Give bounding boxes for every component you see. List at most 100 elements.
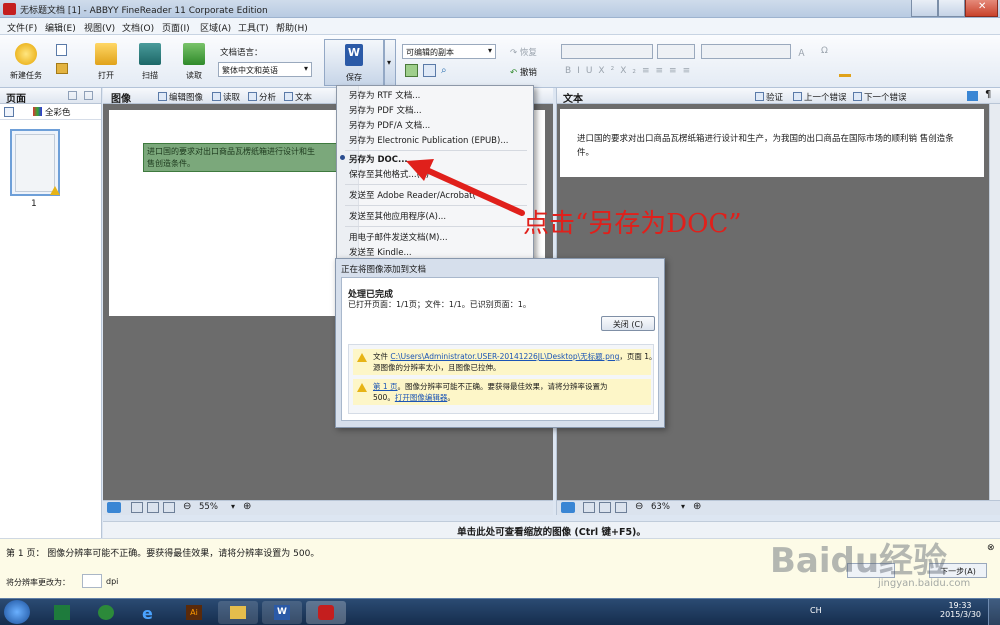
view-mode-icon[interactable] xyxy=(967,91,978,101)
copy-icon[interactable] xyxy=(56,44,67,56)
symbol-icon[interactable]: Ω xyxy=(821,46,828,56)
undo-button[interactable]: ↶ 撤销 xyxy=(510,66,537,78)
media-center-icon xyxy=(98,605,114,620)
highlight-pen-icon[interactable] xyxy=(839,66,851,77)
taskbar-finereader[interactable] xyxy=(306,601,346,624)
view-layout-icon[interactable] xyxy=(423,64,436,77)
actual-size-icon[interactable] xyxy=(163,502,175,513)
zoom-out-icon[interactable]: ⊖ xyxy=(635,501,643,512)
fit-width-icon[interactable] xyxy=(599,502,611,513)
pilcrow-icon[interactable]: ¶ xyxy=(985,89,991,100)
ie-icon: e xyxy=(142,604,153,623)
text-editor[interactable]: 进口国的要求对出口商品瓦楞纸箱进行设计和生产，为我国的出口商品在国际市场的顺利销… xyxy=(560,109,984,177)
restore-button[interactable]: ↷ 恢复 xyxy=(510,46,537,58)
zoom-out-icon[interactable]: ⊖ xyxy=(183,501,191,512)
clock[interactable]: 19:33 2015/3/30 xyxy=(940,601,981,619)
menu-page[interactable]: 页面(I) xyxy=(162,21,190,34)
menu-item-save-pdfa[interactable]: 另存为 PDF/A 文档... xyxy=(349,119,430,131)
menu-document[interactable]: 文档(O) xyxy=(122,21,154,34)
move-up-icon[interactable] xyxy=(68,91,77,100)
chevron-down-icon[interactable]: ▾ xyxy=(231,502,235,511)
taskbar-excel[interactable] xyxy=(42,601,82,624)
save-button[interactable]: W 保存 xyxy=(324,39,384,86)
warning-message-1: 文件 C:\Users\Administrator.USER-20141226J… xyxy=(353,349,657,375)
menu-item-save-doc[interactable]: 另存为 DOC... xyxy=(349,153,408,165)
open-image-editor-link[interactable]: 打开图像编辑器 xyxy=(395,393,448,402)
fit-page-icon[interactable] xyxy=(583,502,595,513)
pages-pane: 页面 全彩色 1 xyxy=(0,88,102,538)
zoom-in-icon[interactable]: ⊕ xyxy=(243,501,251,512)
page-link[interactable]: 第 1 页 xyxy=(373,382,398,391)
zoom-in-icon[interactable]: ⊕ xyxy=(693,501,701,512)
word-icon: W xyxy=(274,605,290,620)
recognized-text-area[interactable]: 进口国的要求对出口商品瓦楞纸箱进行设计和生 售创造条件。 xyxy=(143,143,343,172)
dialog-close-button[interactable]: 关闭 (C) xyxy=(601,316,655,331)
prev-error-button[interactable]: 上一个错误 xyxy=(793,91,847,103)
next-error-button[interactable]: 下一个错误 xyxy=(853,91,907,103)
menu-item-send-kindle[interactable]: 发送至 Kindle... xyxy=(349,246,412,258)
menu-help[interactable]: 帮助(H) xyxy=(276,21,308,34)
font-size-select[interactable] xyxy=(657,44,695,59)
menu-item-send-email[interactable]: 用电子邮件发送文档(M)... xyxy=(349,231,448,243)
folder-small-icon[interactable] xyxy=(56,63,68,74)
resolution-input[interactable] xyxy=(82,574,102,588)
font-select[interactable] xyxy=(701,44,791,59)
taskbar-illustrator[interactable]: Ai xyxy=(174,601,214,624)
actual-size-icon[interactable] xyxy=(615,502,627,513)
warning-message-2: 第 1 页。图像分辨率可能不正确。要获得最佳效果，请将分辨率设置为 500。打开… xyxy=(353,379,651,405)
chevron-down-icon: ▾ xyxy=(303,64,308,73)
magnifier-icon[interactable]: ⌕ xyxy=(441,65,447,76)
taskbar-explorer[interactable] xyxy=(218,601,258,624)
move-down-icon[interactable] xyxy=(84,91,93,100)
menu-tools[interactable]: 工具(T) xyxy=(238,21,269,34)
collapse-icon[interactable] xyxy=(107,502,121,513)
format-icon[interactable]: Ａ xyxy=(797,46,806,59)
scan-button[interactable]: 扫描 xyxy=(132,43,168,83)
taskbar-media-center[interactable] xyxy=(86,601,126,624)
new-task-button[interactable]: 新建任务 xyxy=(6,43,46,83)
menu-item-save-epub[interactable]: 另存为 Electronic Publication (EPUB)... xyxy=(349,134,508,146)
menu-file[interactable]: 文件(F) xyxy=(7,21,37,34)
menu-item-save-rtf[interactable]: 另存为 RTF 文档... xyxy=(349,89,420,101)
save-mode-select[interactable]: 可编辑的副本 ▾ xyxy=(402,44,496,59)
show-desktop-button[interactable] xyxy=(988,599,1000,625)
verify-button[interactable]: 验证 xyxy=(755,91,783,103)
close-icon[interactable]: ⊗ xyxy=(987,543,995,553)
menu-view[interactable]: 视图(V) xyxy=(84,21,115,34)
dialog-title: 正在将图像添加到文档 xyxy=(341,265,427,275)
page-view-icon[interactable] xyxy=(4,107,14,117)
menu-edit[interactable]: 编辑(E) xyxy=(45,21,76,34)
text-format-icons[interactable]: BIUX²X₂≡≡≡≡ xyxy=(565,66,696,76)
text-scrollbar[interactable] xyxy=(989,104,1000,500)
text-area-button[interactable]: 文本 xyxy=(284,91,312,103)
page-thumbnail[interactable] xyxy=(10,129,60,196)
minimize-button[interactable] xyxy=(911,0,938,17)
image-read-button[interactable]: 读取 xyxy=(212,91,240,103)
analyze-button[interactable]: 分析 xyxy=(248,91,276,103)
open-button[interactable]: 打开 xyxy=(88,43,124,83)
doc-language-select[interactable]: 繁体中文和英语 ▾ xyxy=(218,62,312,77)
close-button[interactable]: ✕ xyxy=(965,0,998,17)
edit-image-button[interactable]: 编辑图像 xyxy=(158,91,203,103)
undo-icon: ↶ xyxy=(510,68,520,78)
view-image-icon[interactable] xyxy=(405,64,418,77)
save-dropdown-button[interactable]: ▾ xyxy=(384,39,396,86)
fit-page-icon[interactable] xyxy=(131,502,143,513)
start-button[interactable] xyxy=(4,600,30,624)
file-path-link[interactable]: C:\Users\Administrator.USER-20141226JL\D… xyxy=(390,352,619,361)
taskbar-ie[interactable]: e xyxy=(130,601,170,624)
image-zoom-value[interactable]: 55% xyxy=(199,502,218,512)
read-button[interactable]: 读取 xyxy=(176,43,212,83)
style-select[interactable] xyxy=(561,44,653,59)
menu-item-save-pdf[interactable]: 另存为 PDF 文档... xyxy=(349,104,422,116)
fit-width-icon[interactable] xyxy=(147,502,159,513)
chevron-down-icon[interactable]: ▾ xyxy=(681,502,685,511)
menu-area[interactable]: 区域(A) xyxy=(200,21,231,34)
input-language[interactable]: CH xyxy=(810,606,822,615)
maximize-button[interactable] xyxy=(938,0,965,17)
collapse-icon[interactable] xyxy=(561,502,575,513)
taskbar-word[interactable]: W xyxy=(262,601,302,624)
color-mode-label[interactable]: 全彩色 xyxy=(45,106,71,118)
text-zoom-value[interactable]: 63% xyxy=(651,502,670,512)
folder-icon xyxy=(230,606,246,619)
